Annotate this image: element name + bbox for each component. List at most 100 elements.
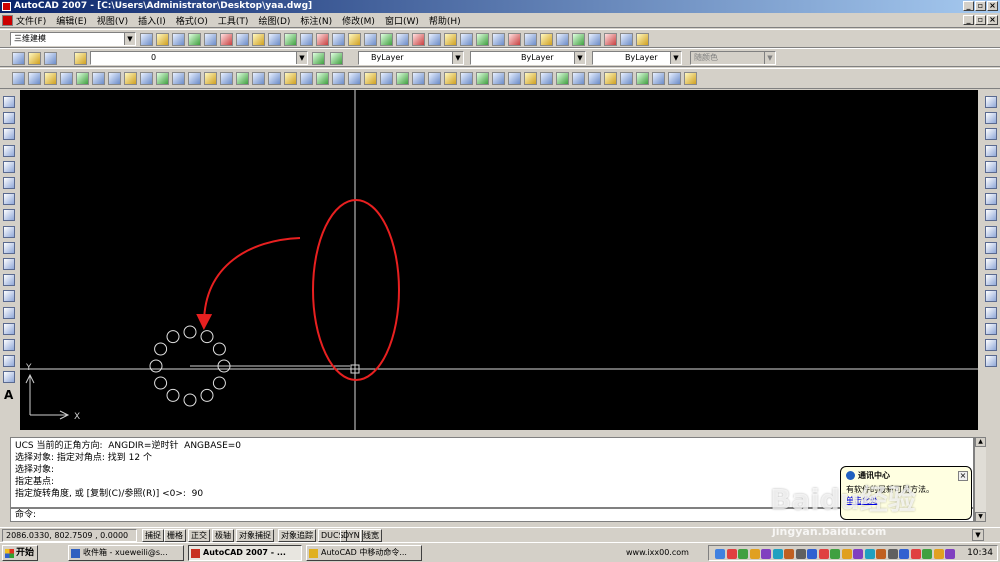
menu-item-9[interactable]: 窗口(W) — [385, 14, 419, 27]
status-toggle-0[interactable]: 捕捉 — [142, 529, 164, 542]
tb3-tool-icon[interactable] — [60, 72, 73, 85]
tb1-tool-icon[interactable] — [412, 33, 425, 46]
tb3-tool-icon[interactable] — [172, 72, 185, 85]
tb1-tool-icon[interactable] — [204, 33, 217, 46]
sideR-tool-icon[interactable] — [985, 112, 997, 125]
tray-icon[interactable] — [807, 549, 817, 559]
tray-icon[interactable] — [726, 549, 737, 559]
sideR-tool-icon[interactable] — [985, 225, 997, 238]
tb1-tool-icon[interactable] — [380, 33, 393, 46]
tb3-tool-icon[interactable] — [12, 72, 25, 85]
sideR-tool-icon[interactable] — [985, 193, 997, 206]
tray-icon[interactable] — [818, 549, 829, 559]
sideL-tool-icon[interactable] — [3, 371, 15, 384]
tb1-tool-icon[interactable] — [332, 33, 345, 46]
tb3-tool-icon[interactable] — [332, 72, 345, 85]
tray-icon[interactable] — [749, 549, 760, 559]
task-autocad[interactable]: AutoCAD 2007 - ... — [188, 545, 302, 561]
tb3-tool-icon[interactable] — [364, 72, 377, 85]
tb3-tool-icon[interactable] — [620, 72, 633, 85]
tb3-tool-icon[interactable] — [348, 72, 361, 85]
tb3-tool-icon[interactable] — [92, 72, 105, 85]
tb3-tool-icon[interactable] — [156, 72, 169, 85]
tray-icon[interactable] — [761, 549, 771, 559]
tb1-tool-icon[interactable] — [492, 33, 505, 46]
sideR-tool-icon[interactable] — [985, 274, 997, 287]
tb3-tool-icon[interactable] — [428, 72, 441, 85]
task-inbox[interactable]: 收件箱 - xueweili@s... — [68, 545, 184, 561]
tb3-tool-icon[interactable] — [492, 72, 505, 85]
tb1-tool-icon[interactable] — [540, 33, 553, 46]
scroll-down-icon[interactable]: ▼ — [975, 512, 986, 522]
sideR-tool-icon[interactable] — [985, 258, 997, 270]
tray-icon[interactable] — [933, 549, 944, 559]
sideR-tool-icon[interactable] — [985, 306, 997, 319]
tb3-tool-icon[interactable] — [252, 72, 265, 85]
chevron-down-icon[interactable]: ▼ — [296, 52, 307, 64]
tb3-tool-icon[interactable] — [124, 72, 137, 85]
tb3-tool-icon[interactable] — [300, 72, 313, 85]
close-icon[interactable]: × — [958, 471, 968, 481]
menu-item-6[interactable]: 绘图(D) — [258, 14, 290, 27]
sideR-tool-icon[interactable] — [985, 322, 997, 335]
tb3-tool-icon[interactable] — [284, 72, 297, 85]
menu-item-0[interactable]: 文件(F) — [16, 14, 46, 27]
tb1-tool-icon[interactable] — [236, 33, 249, 46]
tb1-tool-icon[interactable] — [364, 33, 377, 46]
sideL-tool-icon[interactable] — [3, 274, 15, 287]
tb1-tool-icon[interactable] — [316, 33, 329, 46]
tb3-tool-icon[interactable] — [556, 72, 569, 85]
tb1-tool-icon[interactable] — [572, 33, 585, 46]
status-toggle-5[interactable]: 对象追踪 — [278, 529, 316, 542]
tray-icon[interactable] — [772, 549, 783, 559]
tb1-tool-icon[interactable] — [348, 33, 361, 46]
sideL-tool-icon[interactable] — [3, 355, 15, 368]
tb2-tool-icon[interactable] — [74, 52, 87, 65]
tb1-tool-icon[interactable] — [220, 33, 233, 46]
tb1-tool-icon[interactable] — [556, 33, 569, 46]
tb1-tool-icon[interactable] — [140, 33, 153, 46]
sideR-tool-icon[interactable] — [985, 241, 997, 254]
tb3-tool-icon[interactable] — [140, 72, 153, 85]
menu-item-2[interactable]: 视图(V) — [97, 14, 128, 27]
tb3-tool-icon[interactable] — [76, 72, 89, 85]
tb3-tool-icon[interactable] — [380, 72, 393, 85]
tb1-tool-icon[interactable] — [444, 33, 457, 46]
doc-minimize-button[interactable]: _ — [963, 15, 974, 25]
tray-icon[interactable] — [887, 549, 898, 559]
tb3-tool-icon[interactable] — [572, 72, 585, 85]
menu-item-7[interactable]: 标注(N) — [300, 14, 332, 27]
document-icon[interactable] — [2, 15, 13, 26]
sideL-tool-icon[interactable] — [3, 290, 15, 303]
tb3-tool-icon[interactable] — [684, 72, 697, 85]
tray-icon[interactable] — [864, 549, 875, 559]
sideL-tool-icon[interactable] — [3, 258, 15, 270]
tb3-tool-icon[interactable] — [28, 72, 41, 85]
close-button[interactable]: × — [987, 1, 998, 11]
tb1-tool-icon[interactable] — [524, 33, 537, 46]
scroll-up-icon[interactable]: ▲ — [975, 437, 986, 447]
tb1-tool-icon[interactable] — [460, 33, 473, 46]
tb3-tool-icon[interactable] — [204, 72, 217, 85]
sideL-tool-icon[interactable] — [3, 128, 15, 141]
tray-icon[interactable] — [784, 549, 794, 559]
tb1-tool-icon[interactable] — [428, 33, 441, 46]
menu-item-5[interactable]: 工具(T) — [218, 14, 249, 27]
clock[interactable]: 10:34 — [967, 547, 993, 559]
status-toggle-1[interactable]: 栅格 — [164, 529, 186, 542]
tb3-tool-icon[interactable] — [316, 72, 329, 85]
tray-icon[interactable] — [738, 549, 748, 559]
sideR-tool-icon[interactable] — [985, 355, 997, 368]
sideR-tool-icon[interactable] — [985, 128, 997, 141]
command-scrollbar[interactable]: ▲ ▼ — [974, 437, 986, 522]
sideR-tool-icon[interactable] — [985, 144, 997, 157]
autocad-app-icon[interactable] — [2, 2, 11, 11]
restore-button[interactable]: ▫ — [975, 1, 986, 11]
sideL-tool-icon[interactable] — [3, 241, 15, 254]
status-toggle-2[interactable]: 正交 — [188, 529, 210, 542]
sideR-tool-icon[interactable] — [985, 177, 997, 189]
tb3-tool-icon[interactable] — [668, 72, 681, 85]
layer-combo[interactable]: 0 ▼ — [90, 51, 308, 65]
sideL-tool-icon[interactable] — [3, 193, 15, 206]
tb1-tool-icon[interactable] — [188, 33, 201, 46]
